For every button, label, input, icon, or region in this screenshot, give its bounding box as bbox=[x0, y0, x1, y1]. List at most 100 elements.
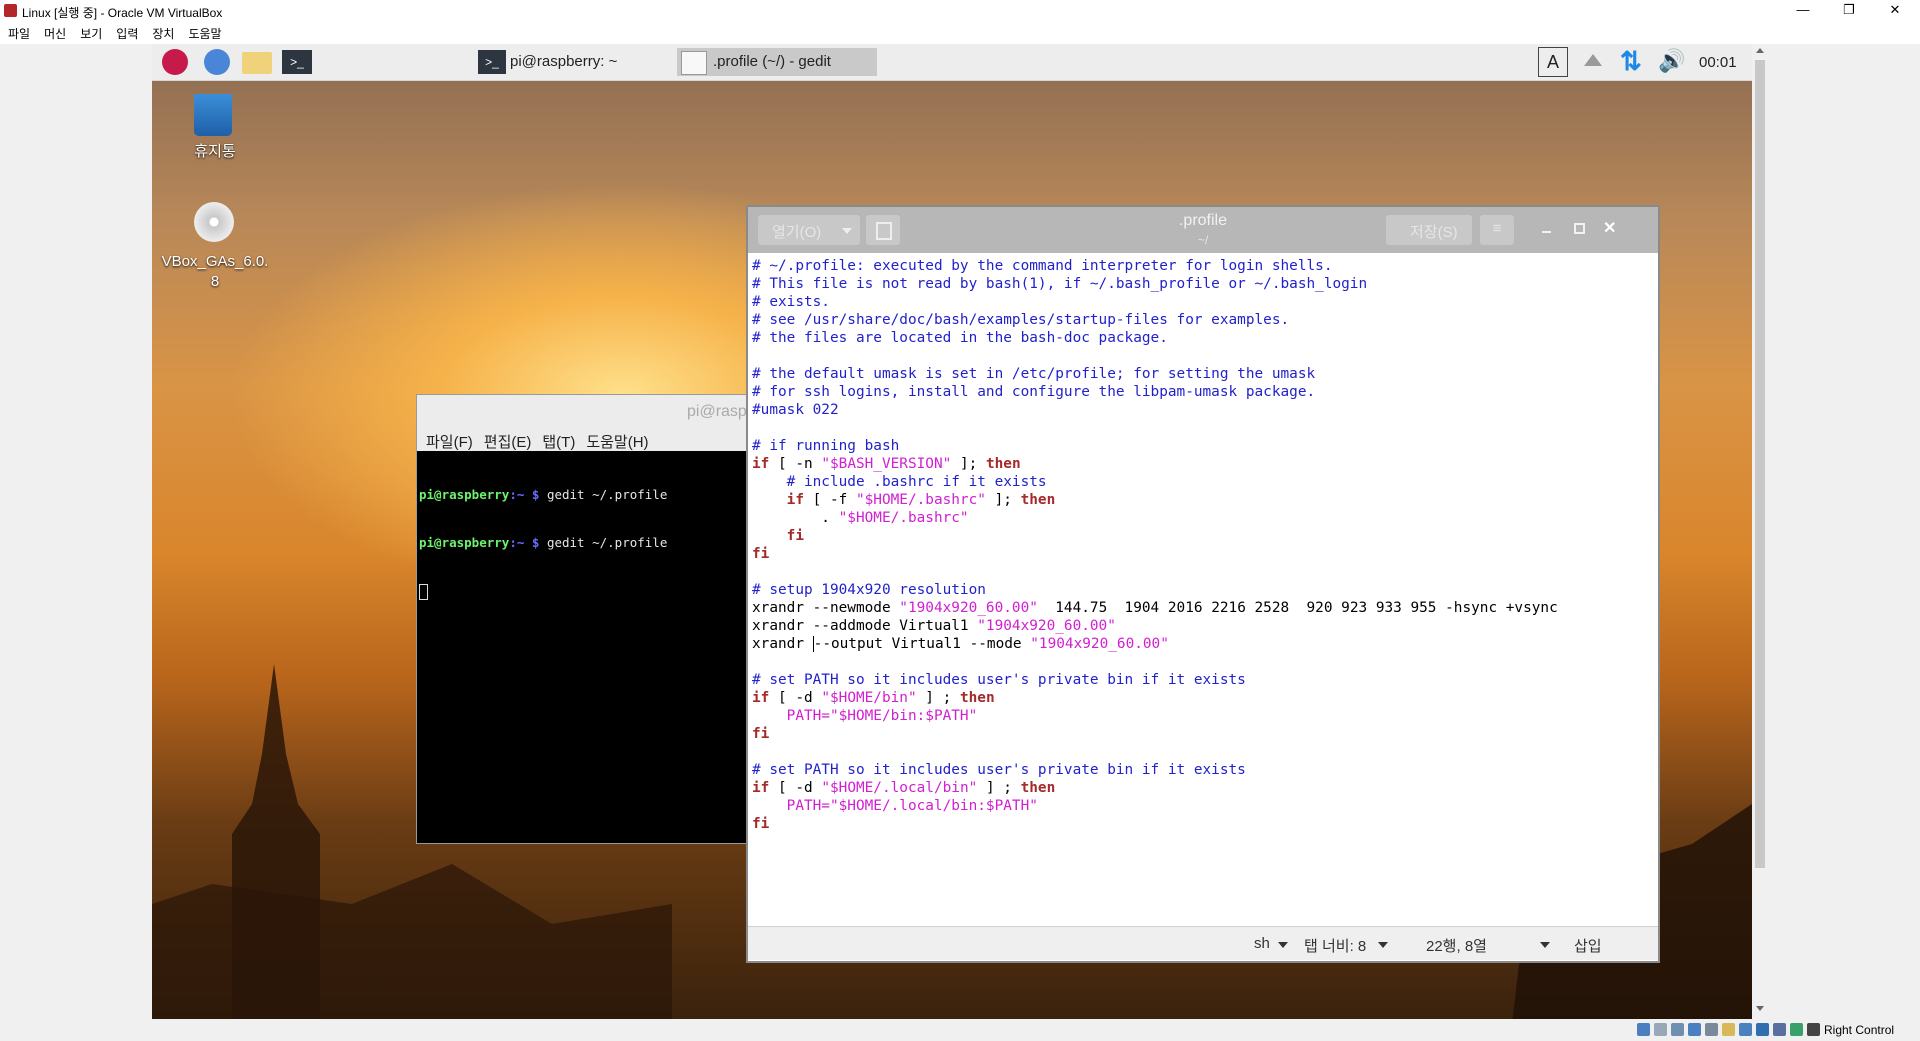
terminal-title-bar[interactable]: pi@rasp bbox=[417, 395, 747, 428]
tab-width-selector[interactable]: 탭 너비: 8 bbox=[1304, 935, 1366, 956]
menu-help[interactable]: 도움말 bbox=[188, 25, 221, 42]
gedit-status-bar: sh 탭 너비: 8 22행, 8열 삽입 bbox=[748, 926, 1658, 960]
terminal-launcher-icon[interactable]: >_ bbox=[282, 50, 312, 74]
web-browser-icon[interactable] bbox=[204, 49, 230, 75]
gedit-minimize-button[interactable] bbox=[1542, 231, 1551, 233]
chevron-down-icon bbox=[1540, 942, 1550, 948]
save-button[interactable]: 저장(S) bbox=[1386, 215, 1472, 245]
file-manager-icon[interactable] bbox=[242, 52, 272, 74]
clock[interactable]: 00:01 bbox=[1699, 54, 1737, 71]
gedit-window[interactable]: 열기(O) .profile ~/ 저장(S) ≡ ✕ # ~/.profile… bbox=[746, 205, 1660, 963]
trash-icon bbox=[194, 94, 232, 136]
eject-icon[interactable] bbox=[1584, 54, 1602, 66]
close-button[interactable]: ✕ bbox=[1872, 0, 1918, 22]
code-line: # setup 1904x920 resolution bbox=[752, 581, 1558, 599]
code-token: "$HOME/bin" bbox=[821, 690, 917, 706]
virtualization-icon[interactable] bbox=[1773, 1023, 1786, 1036]
network-icon[interactable]: ⇅ bbox=[1620, 46, 1642, 77]
host-key-icon[interactable] bbox=[1807, 1023, 1820, 1036]
code-token: . bbox=[752, 510, 839, 526]
trash-label: 휴지통 bbox=[194, 143, 236, 160]
minimize-button[interactable]: — bbox=[1780, 0, 1826, 22]
terminal-output[interactable]: pi@raspberry:~ $ gedit ~/.profile pi@ras… bbox=[419, 455, 667, 632]
chevron-down-icon bbox=[1378, 942, 1388, 948]
code-token: "1904x920_60.00" bbox=[899, 600, 1038, 616]
code-token: fi bbox=[752, 816, 770, 832]
terminal-menu-bar: 파일(F) 편집(E) 탭(T) 도움말(H) bbox=[417, 428, 747, 451]
code-line: # set PATH so it includes user's private… bbox=[752, 761, 1558, 779]
restore-button[interactable]: ❐ bbox=[1826, 0, 1872, 22]
code-token: # for ssh logins, install and configure … bbox=[752, 384, 1316, 400]
code-token: then bbox=[959, 690, 995, 706]
terminal-window[interactable]: pi@rasp 파일(F) 편집(E) 탭(T) 도움말(H) pi@raspberr… bbox=[416, 394, 748, 844]
terminal-menu-file[interactable]: 파일(F) bbox=[426, 431, 473, 452]
code-line: xrandr --addmode Virtual1 "1904x920_60.0… bbox=[752, 617, 1558, 635]
code-line: # see /usr/share/doc/bash/examples/start… bbox=[752, 311, 1558, 329]
host-window-title: Linux [실행 중] - Oracle VM VirtualBox bbox=[22, 6, 223, 20]
taskbar-gedit[interactable]: .profile (~/) - gedit bbox=[677, 48, 877, 76]
hamburger-menu-button[interactable]: ≡ bbox=[1480, 215, 1514, 245]
usb-icon[interactable] bbox=[1705, 1023, 1718, 1036]
terminal-menu-tabs[interactable]: 탭(T) bbox=[542, 431, 575, 452]
editor-text-area[interactable]: # ~/.profile: executed by the command in… bbox=[752, 257, 1558, 833]
mouse-integration-icon[interactable] bbox=[1790, 1023, 1803, 1036]
code-line: xrandr --newmode "1904x920_60.00" 144.75… bbox=[752, 599, 1558, 617]
menu-devices[interactable]: 장치 bbox=[152, 25, 174, 42]
network-adapter-icon[interactable] bbox=[1688, 1023, 1701, 1036]
vm-vertical-scrollbar[interactable] bbox=[1752, 44, 1768, 1019]
taskbar-gedit-label: .profile (~/) - gedit bbox=[713, 53, 831, 70]
terminal-menu-edit[interactable]: 편집(E) bbox=[484, 431, 532, 452]
code-token: ]; bbox=[951, 456, 986, 472]
save-button-label: 저장(S) bbox=[1410, 224, 1458, 241]
menu-input[interactable]: 입력 bbox=[116, 25, 138, 42]
video-capture-icon[interactable] bbox=[1756, 1023, 1769, 1036]
code-token: "$HOME/.local/bin" bbox=[821, 780, 978, 796]
shared-folders-icon[interactable] bbox=[1722, 1023, 1735, 1036]
code-token: xrandr bbox=[752, 636, 813, 652]
terminal-menu-help[interactable]: 도움말(H) bbox=[586, 431, 648, 452]
virtualbox-icon bbox=[4, 4, 17, 17]
menu-machine[interactable]: 머신 bbox=[44, 25, 66, 42]
scroll-down-icon[interactable] bbox=[1756, 1006, 1764, 1011]
code-token: ] ; bbox=[916, 690, 960, 706]
gedit-header-bar[interactable]: 열기(O) .profile ~/ 저장(S) ≡ ✕ bbox=[748, 207, 1658, 253]
code-token: [ -n bbox=[778, 456, 822, 472]
insert-mode[interactable]: 삽입 bbox=[1574, 935, 1602, 956]
keyboard-layout-icon[interactable]: A bbox=[1538, 47, 1568, 77]
scroll-up-icon[interactable] bbox=[1756, 48, 1764, 53]
menu-view[interactable]: 보기 bbox=[80, 25, 102, 42]
code-line: . "$HOME/.bashrc" bbox=[752, 509, 1558, 527]
code-line: # set PATH so it includes user's private… bbox=[752, 671, 1558, 689]
code-token: # This file is not read by bash(1), if ~… bbox=[752, 276, 1368, 292]
code-token: fi bbox=[752, 546, 770, 562]
display-icon[interactable] bbox=[1739, 1023, 1752, 1036]
menu-file[interactable]: 파일 bbox=[8, 25, 30, 42]
taskbar-terminal[interactable]: >_ pi@raspberry: ~ bbox=[474, 48, 664, 76]
hard-disk-icon[interactable] bbox=[1637, 1023, 1650, 1036]
terminal-cursor-line bbox=[419, 583, 667, 600]
gedit-maximize-button[interactable] bbox=[1574, 223, 1585, 234]
scrollbar-thumb[interactable] bbox=[1755, 60, 1765, 868]
language-selector[interactable]: sh bbox=[1254, 935, 1270, 952]
code-token: #umask 022 bbox=[752, 402, 839, 418]
audio-icon[interactable] bbox=[1671, 1023, 1684, 1036]
code-line: # the files are located in the bash-doc … bbox=[752, 329, 1558, 347]
raspberry-menu-icon[interactable] bbox=[162, 49, 188, 75]
optical-drive-icon[interactable] bbox=[1654, 1023, 1667, 1036]
code-token: [ -d bbox=[778, 780, 822, 796]
code-line: if [ -n "$BASH_VERSION" ]; then bbox=[752, 455, 1558, 473]
code-line: PATH="$HOME/bin:$PATH" bbox=[752, 707, 1558, 725]
gedit-close-button[interactable]: ✕ bbox=[1603, 218, 1616, 238]
code-line: if [ -f "$HOME/.bashrc" ]; then bbox=[752, 491, 1558, 509]
cursor-position[interactable]: 22행, 8열 bbox=[1426, 935, 1487, 956]
volume-icon[interactable]: 🔊 bbox=[1658, 48, 1685, 74]
code-line: # ~/.profile: executed by the command in… bbox=[752, 257, 1558, 275]
code-token: PATH="$HOME/bin:$PATH" bbox=[786, 708, 978, 724]
